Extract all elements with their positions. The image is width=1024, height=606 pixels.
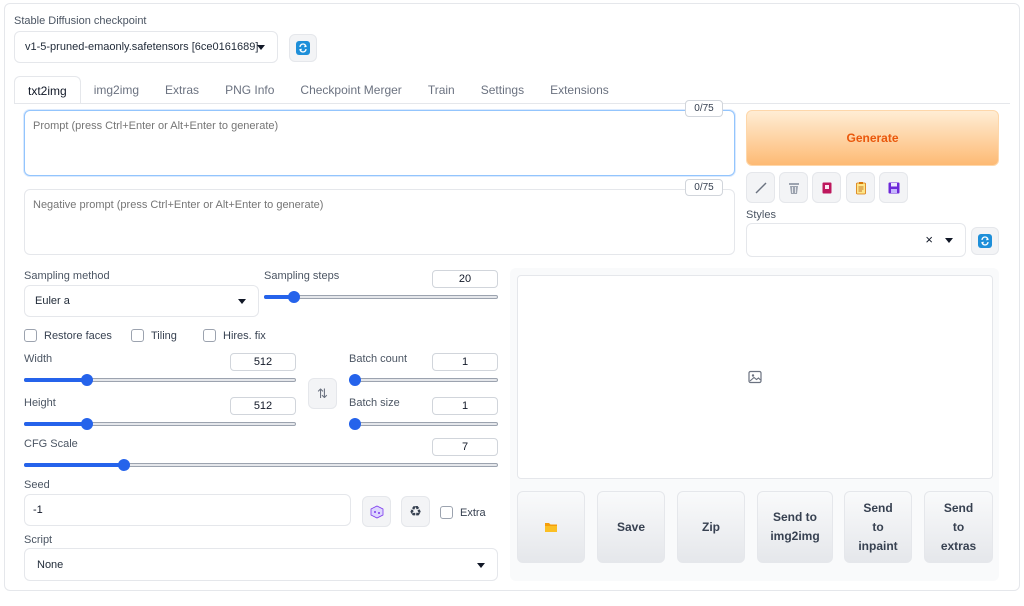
- slider-thumb[interactable]: [80, 374, 93, 386]
- width-input[interactable]: 512: [230, 353, 296, 371]
- tab-checkpoint-merger[interactable]: Checkpoint Merger: [287, 76, 414, 104]
- save-style-button[interactable]: [879, 172, 908, 203]
- zip-button[interactable]: Zip: [677, 491, 745, 563]
- refresh-checkpoints-button[interactable]: [289, 34, 317, 62]
- hires-fix-checkbox[interactable]: Hires. fix: [203, 329, 266, 342]
- batch-size-label: Batch size: [349, 397, 400, 409]
- refresh-icon: [296, 41, 310, 55]
- tab-divider: [14, 103, 1010, 104]
- extra-networks-button[interactable]: [812, 172, 841, 203]
- width-slider[interactable]: [24, 373, 296, 387]
- recycle-icon: ♻: [409, 503, 422, 519]
- prompt-input[interactable]: [24, 110, 735, 176]
- styles-dropdown[interactable]: ×: [746, 223, 966, 257]
- extra-networks-icon: [822, 182, 831, 193]
- chevron-down-icon: [238, 299, 246, 304]
- checkbox-box[interactable]: [24, 329, 37, 342]
- seed-input[interactable]: [24, 494, 351, 526]
- send-to-img2img-button[interactable]: Send to img2img: [757, 491, 833, 563]
- refresh-styles-button[interactable]: [971, 227, 999, 255]
- tiling-label: Tiling: [151, 329, 177, 342]
- save-style-icon: [888, 182, 899, 193]
- swap-icon: ⇅: [317, 385, 328, 401]
- chevron-down-icon: [945, 238, 953, 243]
- save-button[interactable]: Save: [597, 491, 665, 563]
- height-slider[interactable]: [24, 417, 296, 431]
- cfg-scale-label: CFG Scale: [24, 438, 78, 450]
- height-input[interactable]: 512: [230, 397, 296, 415]
- send-to-inpaint-button[interactable]: Send to inpaint: [844, 491, 912, 563]
- swap-dimensions-button[interactable]: ⇅: [308, 378, 337, 409]
- folder-icon: [545, 523, 557, 532]
- batch-count-slider[interactable]: [349, 373, 498, 387]
- script-value: None: [37, 558, 64, 571]
- seed-label: Seed: [24, 479, 50, 491]
- width-label: Width: [24, 353, 53, 365]
- main-tabs: txt2img img2img Extras PNG Info Checkpoi…: [14, 76, 622, 104]
- script-dropdown[interactable]: None: [24, 548, 498, 581]
- chevron-down-icon: [257, 45, 265, 50]
- tiling-checkbox[interactable]: Tiling: [131, 329, 177, 342]
- read-params-button[interactable]: [746, 172, 775, 203]
- sampling-steps-label: Sampling steps: [264, 270, 340, 282]
- batch-size-slider[interactable]: [349, 417, 498, 431]
- output-gallery: [517, 275, 993, 479]
- slider-thumb[interactable]: [288, 291, 301, 303]
- sampling-method-dropdown[interactable]: Euler a: [24, 285, 259, 317]
- checkpoint-label: Stable Diffusion checkpoint: [14, 15, 147, 27]
- send-to-extras-button[interactable]: Send to extras: [924, 491, 993, 563]
- tab-img2img[interactable]: img2img: [81, 76, 152, 104]
- generate-button[interactable]: Generate: [746, 110, 999, 166]
- slider-thumb[interactable]: [80, 418, 93, 430]
- checkbox-box[interactable]: [131, 329, 144, 342]
- tab-extras[interactable]: Extras: [152, 76, 212, 104]
- random-seed-button[interactable]: [362, 496, 391, 527]
- tab-settings[interactable]: Settings: [468, 76, 537, 104]
- styles-label: Styles: [746, 209, 776, 221]
- height-label: Height: [24, 397, 56, 409]
- extra-seed-checkbox[interactable]: Extra: [440, 506, 486, 519]
- sampling-method-label: Sampling method: [24, 270, 110, 282]
- reuse-seed-button[interactable]: ♻: [401, 496, 430, 527]
- slider-thumb[interactable]: [349, 418, 361, 430]
- image-placeholder-icon: [748, 370, 762, 384]
- refresh-icon: [978, 234, 992, 248]
- checkbox-box[interactable]: [440, 506, 453, 519]
- dice-icon: [370, 505, 383, 518]
- cfg-scale-input[interactable]: 7: [432, 438, 498, 456]
- tab-train[interactable]: Train: [415, 76, 468, 104]
- slider-thumb[interactable]: [349, 374, 361, 386]
- checkpoint-value: v1-5-pruned-emaonly.safetensors [6ce0161…: [25, 41, 259, 53]
- batch-count-label: Batch count: [349, 353, 408, 365]
- checkpoint-dropdown[interactable]: v1-5-pruned-emaonly.safetensors [6ce0161…: [14, 31, 278, 63]
- batch-count-input[interactable]: 1: [432, 353, 498, 371]
- restore-faces-label: Restore faces: [44, 329, 112, 342]
- chevron-down-icon: [477, 562, 485, 568]
- sampling-method-value: Euler a: [35, 295, 70, 307]
- clear-styles-icon[interactable]: ×: [925, 232, 933, 247]
- clipboard-icon: [855, 181, 866, 194]
- tab-extensions[interactable]: Extensions: [537, 76, 622, 104]
- apply-styles-button[interactable]: [846, 172, 875, 203]
- hires-fix-label: Hires. fix: [223, 329, 266, 342]
- prompt-token-counter: 0/75: [685, 100, 723, 117]
- cfg-scale-slider[interactable]: [24, 458, 498, 472]
- sampling-steps-input[interactable]: 20: [432, 270, 498, 288]
- negative-prompt-input[interactable]: [24, 189, 735, 255]
- clear-prompt-button[interactable]: [779, 172, 808, 203]
- pencil-icon: [755, 182, 766, 193]
- negative-prompt-token-counter: 0/75: [685, 179, 723, 196]
- tab-txt2img[interactable]: txt2img: [14, 76, 81, 104]
- checkbox-box[interactable]: [203, 329, 216, 342]
- sampling-steps-slider[interactable]: [264, 290, 498, 304]
- slider-thumb[interactable]: [117, 459, 130, 471]
- extra-seed-label: Extra: [460, 506, 486, 519]
- script-label: Script: [24, 534, 53, 546]
- restore-faces-checkbox[interactable]: Restore faces: [24, 329, 112, 342]
- tab-png-info[interactable]: PNG Info: [212, 76, 287, 104]
- trash-icon: [788, 182, 799, 194]
- batch-size-input[interactable]: 1: [432, 397, 498, 415]
- open-folder-button[interactable]: [517, 491, 585, 563]
